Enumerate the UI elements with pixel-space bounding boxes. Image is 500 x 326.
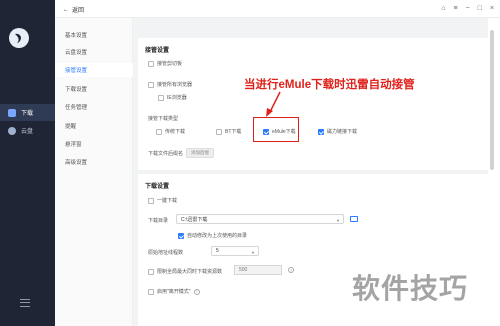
watermark: 软件技巧 <box>352 273 469 304</box>
highlight-box <box>253 117 299 142</box>
